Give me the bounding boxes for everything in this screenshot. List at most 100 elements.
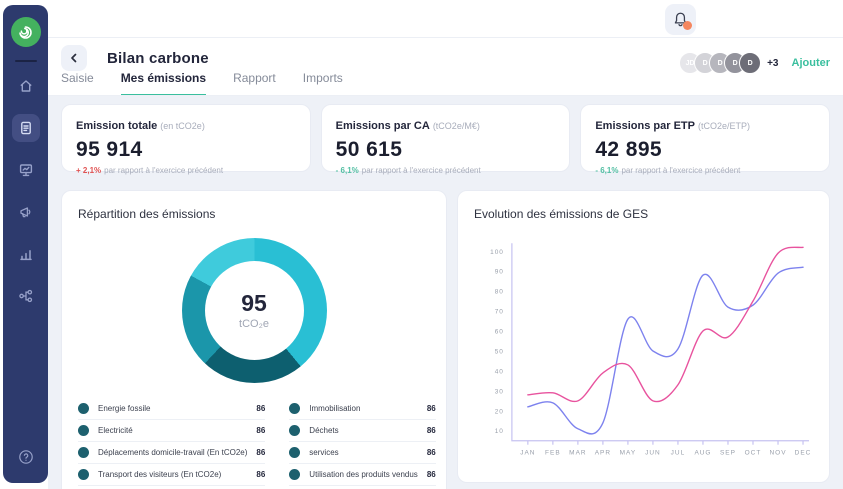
sidebar [3,5,48,483]
kpi-title: Emissions par ETP [595,120,695,132]
legend-dot-icon [78,425,89,436]
svg-text:DEC: DEC [795,450,812,457]
app-logo-icon[interactable] [11,17,41,47]
legend-dot-icon [289,425,300,436]
document-icon [18,120,34,136]
svg-text:10: 10 [495,428,504,435]
legend-label: Transport des visiteurs (En tCO2e) [98,470,247,479]
legend-label: services [309,448,418,457]
sidebar-divider [15,60,37,62]
back-button[interactable] [61,45,87,71]
legend-item: Energie fossile 86 [78,398,265,420]
line-chart-card: Evolution des émissions de GES 102030405… [457,190,830,483]
svg-text:MAR: MAR [569,450,586,457]
tab-saisie[interactable]: Saisie [61,71,94,96]
svg-text:60: 60 [495,329,504,336]
kpi-title: Emission totale [76,120,157,132]
kpi-delta-percent: + 2,1% [76,166,101,175]
legend-item: Immobilisation 86 [289,398,435,420]
legend-label: Déplacements domicile-travail (En tCO2e) [98,448,247,457]
kpi-row: Emission totale(en tCO2e) 95 914 + 2,1%p… [61,104,830,172]
legend-dot-icon [289,447,300,458]
sidebar-nav [12,72,40,310]
avatar-overflow-count: +3 [767,58,778,69]
kpi-title: Emissions par CA [336,120,430,132]
line-chart-title: Evolution des émissions de GES [474,207,813,221]
kpi-delta: - 6,1%par rapport à l'exercice précédent [336,166,556,175]
series-pink [528,247,803,401]
chevron-left-icon [68,52,80,64]
help-circle-icon [18,449,34,465]
dashboard-content: Emission totale(en tCO2e) 95 914 + 2,1%p… [48,96,843,489]
legend-dot-icon [289,469,300,480]
notifications-button[interactable] [665,4,696,35]
legend-value: 86 [427,404,436,413]
legend-dot-icon [78,447,89,458]
sidebar-item-help[interactable] [12,443,40,471]
svg-text:OCT: OCT [745,450,762,457]
legend-value: 86 [256,426,265,435]
tab-mes-emissions[interactable]: Mes émissions [121,71,206,96]
donut-total-value: 95 [241,292,267,315]
svg-text:70: 70 [495,309,504,316]
topbar [48,0,843,38]
legend-item: Déplacements domicile-travail (En tCO2e)… [78,442,265,464]
ges-evolution-chart: 102030405060708090100JANFEBMARAPRMAYJUNJ… [474,227,813,467]
legend-dot-icon [289,403,300,414]
svg-text:80: 80 [495,289,504,296]
add-member-link[interactable]: Ajouter [792,57,831,69]
legend-item: services 86 [289,442,435,464]
kpi-card-emission-totale: Emission totale(en tCO2e) 95 914 + 2,1%p… [61,104,311,172]
tab-imports[interactable]: Imports [303,71,343,96]
kpi-card-emissions-par-etp: Emissions par ETP(tCO2e/ETP) 42 895 - 6,… [580,104,830,172]
kpi-unit: (tCO2e/ETP) [698,121,750,131]
tab-bar: Saisie Mes émissions Rapport Imports [61,71,830,96]
sidebar-item-home[interactable] [12,72,40,100]
legend-label: Utilisation des produits vendus [309,470,418,479]
donut-chart: 95 tCO₂e [182,238,327,383]
legend-label: Déchets [309,426,418,435]
svg-text:AUG: AUG [694,450,711,457]
kpi-value: 42 895 [595,138,815,162]
kpi-card-emissions-par-ca: Emissions par CA(tCO2e/M€) 50 615 - 6,1%… [321,104,571,172]
svg-text:JAN: JAN [520,450,535,457]
svg-text:JUL: JUL [671,450,686,457]
kpi-delta-percent: - 6,1% [595,166,618,175]
kpi-unit: (en tCO2e) [160,121,205,131]
svg-text:20: 20 [495,408,504,415]
donut-legend: Energie fossile 86 Electricité 86 Déplac… [78,398,430,489]
bar-chart-icon [18,246,34,262]
legend-item: Utilisation des produits vendus 86 [289,464,435,486]
sidebar-item-workflow[interactable] [12,282,40,310]
donut-chart-card: Répartition des émissions 95 tCO₂e Energ… [61,190,447,489]
svg-text:90: 90 [495,269,504,276]
svg-text:APR: APR [595,450,611,457]
svg-text:FEB: FEB [545,450,561,457]
svg-text:SEP: SEP [720,450,736,457]
workflow-icon [18,288,34,304]
donut-center: 95 tCO₂e [182,238,327,383]
legend-label: Immobilisation [309,404,418,413]
monitor-icon [18,162,34,178]
tab-rapport[interactable]: Rapport [233,71,276,96]
legend-value: 86 [427,470,436,479]
sidebar-item-analytics[interactable] [12,240,40,268]
sidebar-item-documents[interactable] [12,114,40,142]
kpi-unit: (tCO2e/M€) [433,121,480,131]
megaphone-icon [18,204,34,220]
kpi-value: 95 914 [76,138,296,162]
legend-value: 86 [256,448,265,457]
svg-text:50: 50 [495,348,504,355]
donut-total-unit: tCO₂e [239,318,269,330]
legend-label: Electricité [98,426,247,435]
notification-badge [683,21,692,30]
page-header: Bilan carbone JDDDDD +3 Ajouter Saisie M… [48,38,843,96]
page-title: Bilan carbone [107,50,209,67]
legend-value: 86 [427,448,436,457]
series-blue [528,267,803,434]
sidebar-item-announcements[interactable] [12,198,40,226]
legend-value: 86 [256,404,265,413]
sidebar-item-monitor[interactable] [12,156,40,184]
legend-value: 86 [256,470,265,479]
legend-item: Déchets 86 [289,420,435,442]
